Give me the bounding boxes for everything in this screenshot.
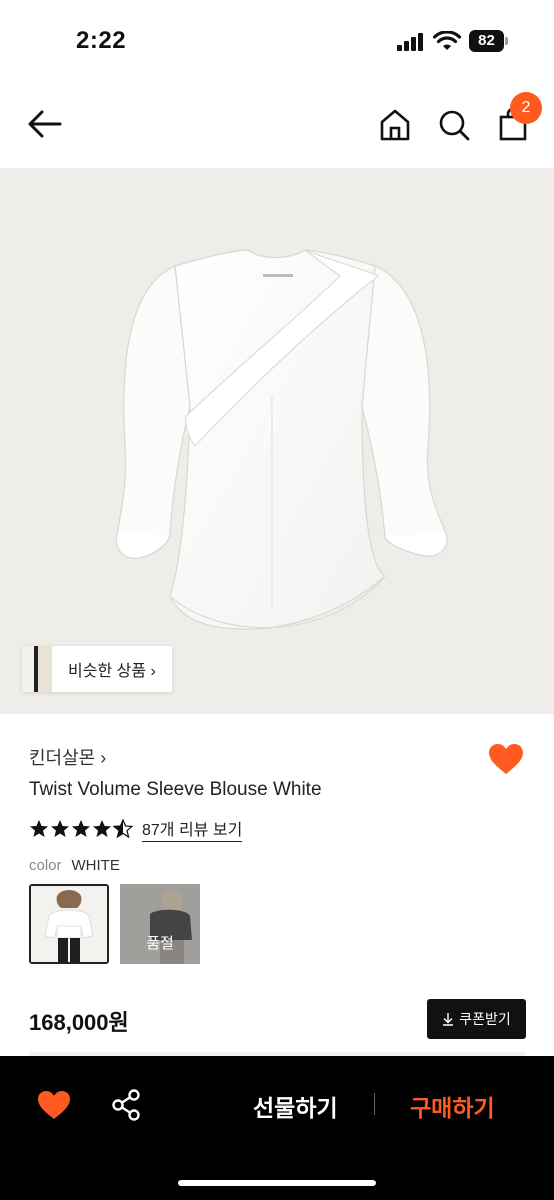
coupon-button[interactable]: 쿠폰받기	[427, 999, 526, 1039]
similar-thumbnails	[22, 646, 52, 692]
coupon-label: 쿠폰받기	[459, 1011, 511, 1027]
battery-tip	[505, 37, 508, 45]
status-time: 2:22	[76, 27, 127, 54]
product-title: Twist Volume Sleeve Blouse White	[29, 779, 322, 800]
wifi-icon	[433, 31, 461, 50]
product-price: 168,000원	[29, 1010, 129, 1035]
similar-products-button[interactable]: 비슷한 상품 ›	[22, 646, 172, 692]
battery-indicator: 82	[469, 30, 509, 52]
rating-row: 87개 리뷰 보기	[29, 816, 243, 842]
product-image[interactable]: 비슷한 상품 ›	[0, 168, 554, 714]
star-icon	[30, 820, 48, 837]
blouse-image	[115, 249, 448, 630]
color-value: WHITE	[71, 857, 120, 874]
model-white-thumbnail	[31, 886, 107, 962]
cart-count-badge: 2	[510, 92, 542, 124]
heart-icon[interactable]	[488, 743, 524, 775]
color-label: color	[29, 857, 62, 874]
home-indicator	[178, 1180, 376, 1186]
color-swatch-white[interactable]	[29, 884, 109, 964]
brand-link[interactable]: 킨더살몬 ›	[29, 744, 106, 770]
status-bar: 2:22 82	[0, 0, 554, 80]
bottom-action-bar: 선물하기 구매하기	[0, 1056, 554, 1200]
home-icon[interactable]	[378, 108, 412, 142]
back-arrow-icon[interactable]	[26, 108, 64, 140]
battery-level: 82	[469, 30, 504, 52]
similar-products-label: 비슷한 상품 ›	[68, 663, 156, 680]
reviews-link[interactable]: 87개 리뷰 보기	[142, 816, 243, 842]
bottom-separator	[374, 1093, 375, 1115]
color-swatch-black-soldout[interactable]: 품절	[120, 884, 200, 964]
share-icon[interactable]	[111, 1089, 141, 1121]
color-row: color WHITE	[29, 857, 120, 874]
cellular-signal-icon	[397, 33, 423, 51]
gift-button[interactable]: 선물하기	[253, 1089, 338, 1123]
star-rating	[29, 819, 134, 839]
download-icon	[443, 1013, 454, 1026]
star-icon	[51, 820, 69, 837]
top-navigation: 2	[0, 80, 554, 168]
buy-button[interactable]: 구매하기	[410, 1089, 495, 1123]
heart-icon[interactable]	[37, 1090, 71, 1120]
star-icon	[72, 820, 90, 837]
star-icon	[93, 820, 111, 837]
half-star-icon	[113, 819, 133, 839]
search-icon[interactable]	[437, 108, 471, 142]
sold-out-label: 품절	[146, 935, 174, 952]
